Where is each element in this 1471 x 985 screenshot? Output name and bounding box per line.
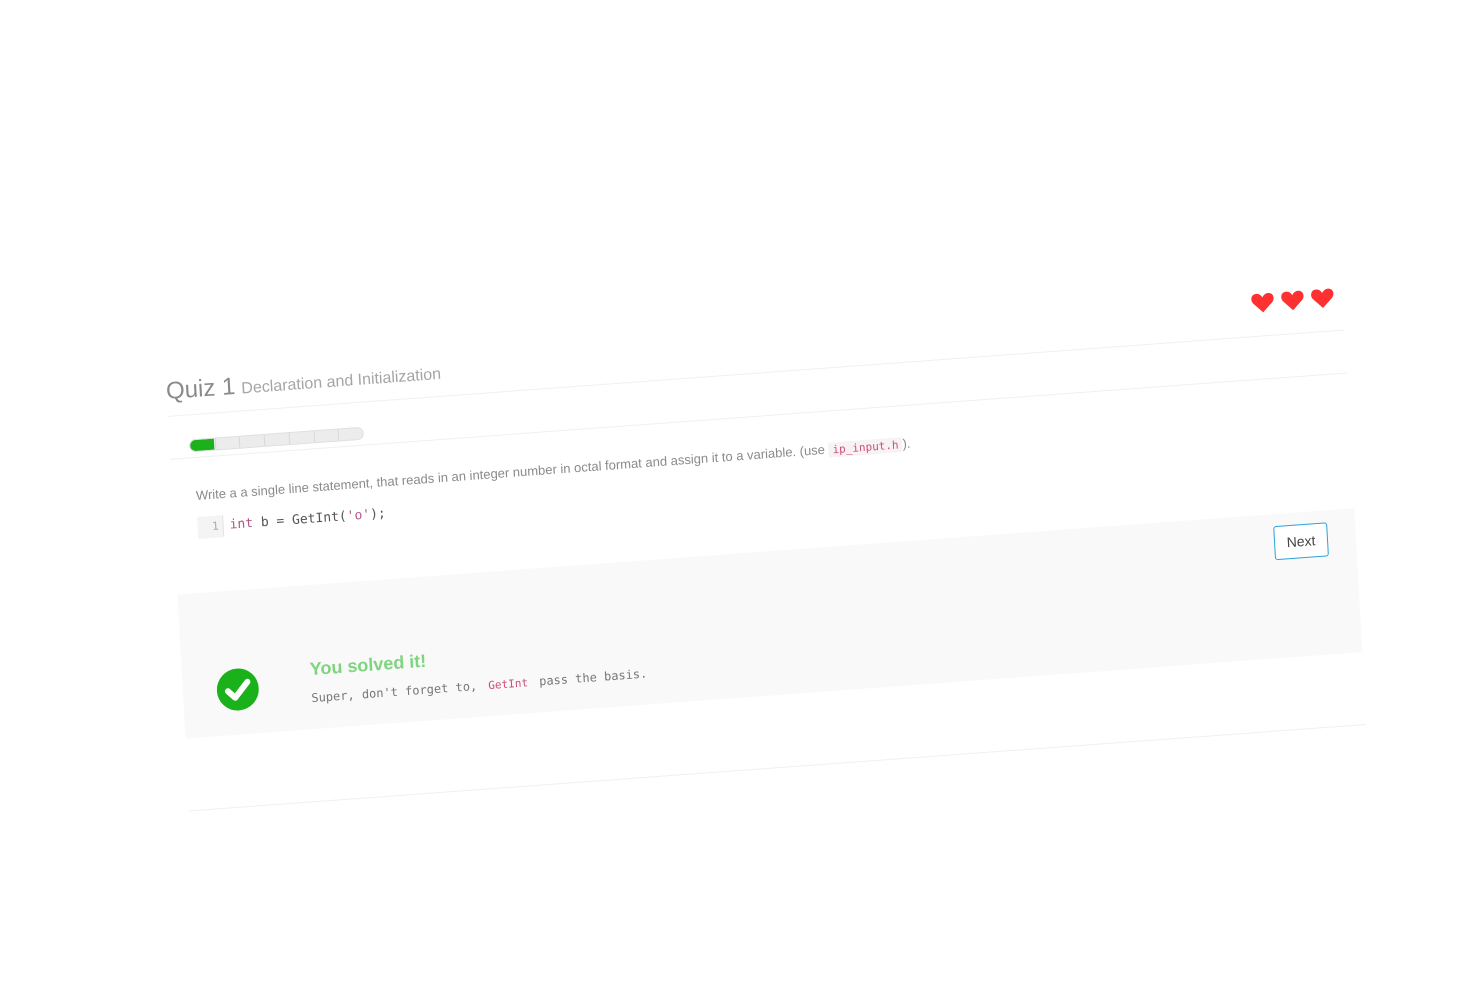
progress-segment-divider [313,431,315,443]
code-editor[interactable]: 1 int b = GetInt('o'); [197,498,458,540]
page: Quiz 1 Declaration and Initialization Wri… [0,0,1471,985]
question-text-after: ). [902,435,911,452]
code-keyword: int [229,515,254,533]
quiz-title: Quiz 1 Declaration and Initialization [165,358,441,406]
result-message-code: GetInt [487,676,529,693]
code-line[interactable]: int b = GetInt('o'); [223,503,386,537]
code-end: ); [369,506,387,523]
next-button[interactable]: Next [1273,522,1329,561]
check-circle-icon [216,668,259,711]
quiz-subtitle: Declaration and Initialization [240,365,442,398]
line-number: 1 [197,515,225,540]
result-message-after: pass the basis. [531,666,648,689]
code-string: 'o' [346,507,371,525]
question-code: ip_input.h [828,437,903,458]
heart-icon [1251,292,1274,313]
progress-segment-divider [214,438,217,450]
progress-segment-divider [239,436,241,448]
question-text-before: Write a a single line statement, that re… [195,441,829,504]
progress-segment-divider [337,429,340,441]
progress-fill [189,438,215,452]
heart-icon [1311,288,1334,309]
quiz-title-main: Quiz 1 [165,372,237,405]
code-middle: b = GetInt( [252,509,348,531]
progress-segment-divider [263,434,266,446]
heart-icon [1281,290,1304,311]
progress-segment-divider [288,433,291,445]
result-message-before: Super, don't forget to, [311,678,485,706]
quiz-card: Quiz 1 Declaration and Initialization Wri… [165,285,1367,812]
lives-indicator [1250,286,1335,314]
result-title: You solved it! [309,650,427,680]
